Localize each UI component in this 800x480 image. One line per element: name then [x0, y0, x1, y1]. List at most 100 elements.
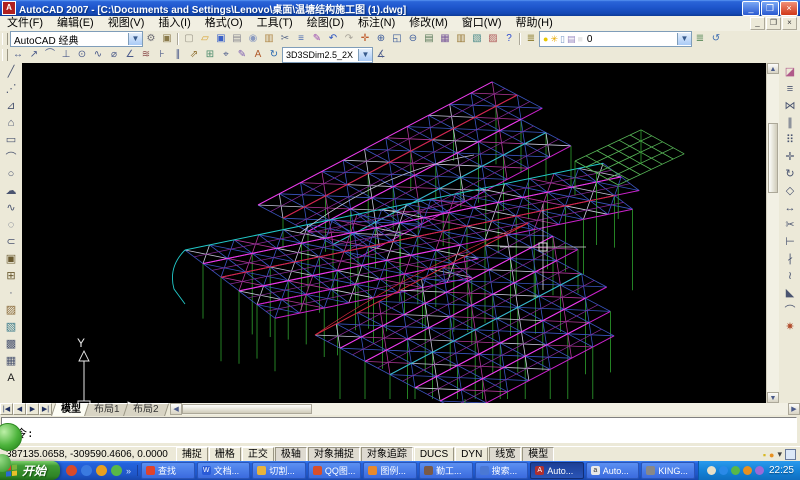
menu-item-3[interactable]: 视图(V) [101, 16, 152, 31]
pan-icon[interactable]: ✛ [357, 32, 373, 46]
scale-icon[interactable]: ◇ [781, 182, 799, 199]
layer-color-swatch[interactable]: ■ [577, 34, 582, 45]
break-icon[interactable]: ≀ [781, 267, 799, 284]
dim-update-icon[interactable]: ↻ [266, 48, 282, 62]
layer-plot-icon[interactable]: ▤ [567, 34, 576, 45]
chamfer-icon[interactable]: ◣ [781, 284, 799, 301]
zoom-realtime-icon[interactable]: ⊕ [373, 32, 389, 46]
drawing-area[interactable]: YX [22, 63, 766, 403]
tray-messenger-icon[interactable] [719, 466, 728, 475]
move-icon[interactable]: ✛ [781, 148, 799, 165]
tool-palettes-icon[interactable]: ▥ [453, 32, 469, 46]
match-properties-icon[interactable]: ✎ [309, 32, 325, 46]
copy-object-icon[interactable]: ≡ [781, 80, 799, 97]
menu-item-6[interactable]: 工具(T) [250, 16, 300, 31]
toggle-捕捉[interactable]: 捕捉 [176, 447, 208, 462]
menu-item-11[interactable]: 帮助(H) [509, 16, 560, 31]
horizontal-scroll-thumb[interactable] [182, 404, 312, 414]
child-restore-button[interactable]: ❐ [766, 17, 781, 30]
toggle-DYN[interactable]: DYN [455, 447, 488, 462]
plot-preview-icon[interactable]: ◉ [245, 32, 261, 46]
toggle-极轴[interactable]: 极轴 [275, 447, 307, 462]
gradient-icon[interactable]: ▧ [2, 318, 20, 335]
minimize-button[interactable]: _ [742, 1, 760, 16]
open-file-icon[interactable]: ▱ [197, 32, 213, 46]
rotate-icon[interactable]: ↻ [781, 165, 799, 182]
task-button-4[interactable]: QQ图... [308, 462, 362, 479]
revision-cloud-icon[interactable]: ☁ [2, 182, 20, 199]
tray-ime-icon[interactable] [755, 466, 764, 475]
table-icon[interactable]: ▦ [2, 352, 20, 369]
workspace-save-icon[interactable]: ▣ [159, 32, 175, 46]
undo-icon[interactable]: ↶ [325, 32, 341, 46]
sheet-set-icon[interactable]: ▧ [469, 32, 485, 46]
point-icon[interactable]: · [2, 284, 20, 301]
array-icon[interactable]: ⠿ [781, 131, 799, 148]
dim-style-icon[interactable]: ∡ [373, 48, 389, 62]
tab-nav-3[interactable]: ▶ [26, 403, 39, 415]
region-icon[interactable]: ▩ [2, 335, 20, 352]
toolbar-grip[interactable] [2, 33, 8, 45]
menu-item-9[interactable]: 修改(M) [402, 16, 455, 31]
quick-dim-icon[interactable]: ≋ [138, 48, 154, 62]
toggle-正交[interactable]: 正交 [242, 447, 274, 462]
zoom-window-icon[interactable]: ◱ [389, 32, 405, 46]
quick-launch-media-icon[interactable] [96, 465, 107, 476]
make-block-icon[interactable]: ⊞ [2, 267, 20, 284]
cut-icon[interactable]: ✂ [277, 32, 293, 46]
task-button-8[interactable]: AAuto... [530, 462, 584, 479]
break-at-point-icon[interactable]: ∤ [781, 250, 799, 267]
layer-unlock-icon[interactable]: ▯ [560, 34, 565, 45]
zoom-previous-icon[interactable]: ⊖ [405, 32, 421, 46]
toggle-DUCS[interactable]: DUCS [414, 447, 454, 462]
tab-nav-4[interactable]: ▶| [39, 403, 52, 415]
stretch-icon[interactable]: ↔ [781, 199, 799, 216]
new-file-icon[interactable]: ▢ [181, 32, 197, 46]
menu-item-1[interactable]: 文件(F) [0, 16, 50, 31]
dim-ordinate-icon[interactable]: ⊥ [58, 48, 74, 62]
toolbar-grip[interactable] [2, 49, 8, 61]
dim-text-edit-icon[interactable]: A [250, 48, 266, 62]
tray-qq-icon[interactable] [743, 466, 752, 475]
layer-properties-icon[interactable]: ≣ [523, 32, 539, 46]
status-menu-arrow-icon[interactable]: ▾ [777, 449, 782, 460]
command-prompt[interactable]: 命令: [5, 425, 793, 441]
dim-edit-icon[interactable]: ✎ [234, 48, 250, 62]
ellipse-arc-icon[interactable]: ⊂ [2, 233, 20, 250]
menu-item-2[interactable]: 编辑(E) [50, 16, 101, 31]
tab-布局2[interactable]: 布局2 [122, 403, 168, 417]
chevron-down-icon[interactable]: ▼ [358, 49, 372, 61]
task-button-5[interactable]: 图例... [363, 462, 417, 479]
polygon-icon[interactable]: ⌂ [2, 114, 20, 131]
rectangle-icon[interactable]: ▭ [2, 131, 20, 148]
dim-arc-length-icon[interactable]: ⌒ [42, 48, 58, 62]
copy-icon[interactable]: ≡ [293, 32, 309, 46]
fillet-icon[interactable]: ⌒ [781, 301, 799, 318]
toggle-栅格[interactable]: 栅格 [209, 447, 241, 462]
menu-item-7[interactable]: 绘图(D) [300, 16, 351, 31]
hatch-icon[interactable]: ▨ [2, 301, 20, 318]
explode-icon[interactable]: ✷ [781, 318, 799, 335]
properties-icon[interactable]: ▤ [421, 32, 437, 46]
dim-angular-icon[interactable]: ∠ [122, 48, 138, 62]
toolbar-lock-icon[interactable]: ▪ [763, 450, 766, 460]
erase-icon[interactable]: ◪ [781, 63, 799, 80]
dim-baseline-icon[interactable]: ⊦ [154, 48, 170, 62]
center-mark-icon[interactable]: ⌖ [218, 48, 234, 62]
extend-icon[interactable]: ⊢ [781, 233, 799, 250]
task-button-1[interactable]: 查找 [141, 462, 195, 479]
workspace-settings-icon[interactable]: ⚙ [143, 32, 159, 46]
task-button-2[interactable]: W文档... [197, 462, 251, 479]
layer-previous-icon[interactable]: ↺ [708, 32, 724, 46]
task-button-7[interactable]: 搜索... [475, 462, 529, 479]
layer-thaw-sun-icon[interactable]: ✳ [550, 34, 558, 45]
line-icon[interactable]: ╱ [2, 63, 20, 80]
toggle-模型[interactable]: 模型 [522, 447, 554, 462]
toggle-对象追踪[interactable]: 对象追踪 [361, 447, 413, 462]
task-button-10[interactable]: KING... [641, 462, 695, 479]
tolerance-icon[interactable]: ⊞ [202, 48, 218, 62]
vertical-scrollbar[interactable]: ▲ ▼ [766, 63, 779, 403]
spline-icon[interactable]: ∿ [2, 199, 20, 216]
dim-diameter-icon[interactable]: ⌀ [106, 48, 122, 62]
vertical-scroll-thumb[interactable] [768, 123, 778, 193]
